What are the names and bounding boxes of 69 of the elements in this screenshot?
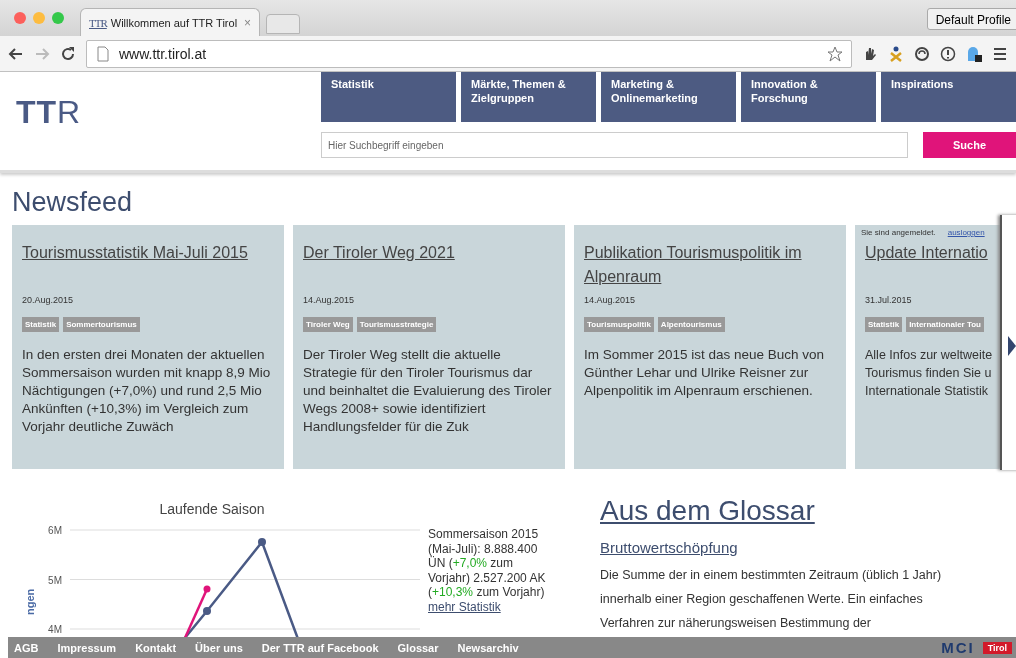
footer-link[interactable]: Newsarchiv <box>457 641 519 654</box>
address-bar[interactable]: www.ttr.tirol.at <box>86 39 852 68</box>
search-field[interactable]: Hier Suchbegriff eingeben <box>321 132 908 158</box>
page-icon <box>95 45 111 62</box>
logo[interactable]: TTR <box>16 94 82 130</box>
footer-link[interactable]: Der TTR auf Facebook <box>261 641 379 654</box>
data-point <box>258 538 266 546</box>
section-heading: Newsfeed <box>12 187 134 219</box>
browser-tab[interactable]: TTR Willkommen auf TTR Tirol × <box>80 8 260 36</box>
glossary-text: Die Summe der in einem bestimmten Zeitraum (üblich 1 Jahr) innerhalb einer Region geschaffenen Werte. Ein einfaches Verfahren zur näherungsweisen Bestimmung der <box>600 567 943 632</box>
figure-icon[interactable] <box>888 45 904 62</box>
footer-link[interactable]: Kontakt <box>135 641 177 654</box>
nav-item[interactable]: Marketing & Onlinemarketing <box>601 72 736 122</box>
tab-close-button[interactable]: × <box>244 15 251 30</box>
sync-icon[interactable] <box>914 45 930 62</box>
axis-title: ngen <box>24 588 36 615</box>
logout-link[interactable]: ausloggen <box>947 228 985 237</box>
news-title[interactable]: Tourismusstatistik Mai-Juli 2015 <box>22 241 248 265</box>
news-excerpt: Der Tiroler Weg stellt die aktuelle Strategie für den Tiroler Tourismus dar und beinhaltet die Evaluierung des Tiroler Wegs 2008+ sowie identifiziert Handlungsfelder für die Zuk <box>303 346 553 436</box>
footer-link[interactable]: Glossar <box>397 641 439 654</box>
data-point <box>203 607 211 615</box>
news-title[interactable]: Der Tiroler Weg 2021 <box>303 241 455 265</box>
nav-item[interactable]: Innovation & Forschung <box>741 72 876 122</box>
favicon: TTR <box>89 16 107 29</box>
star-icon[interactable] <box>827 45 843 62</box>
partner-logo[interactable]: MCI <box>941 639 975 656</box>
nav-item[interactable]: Statistik <box>321 72 456 122</box>
partner-logo[interactable]: Tirol <box>982 641 1012 654</box>
arrow-icon[interactable] <box>1008 336 1016 356</box>
news-date: 14.Aug.2015 <box>303 295 356 305</box>
footer-link[interactable]: Über uns <box>195 641 243 654</box>
news-date: 31.Jul.2015 <box>865 295 913 305</box>
tag[interactable]: Alpentourismus <box>657 317 725 332</box>
search-button[interactable]: Suche <box>923 132 1016 158</box>
tag[interactable]: Sommertourismus <box>63 317 140 332</box>
tag[interactable]: Tourismuspolitik <box>584 317 654 332</box>
chart-title: Laufende Saison <box>159 501 265 517</box>
news-excerpt: In den ersten drei Monaten der aktuellen Sommersaison wurden mit knapp 8,9 Mio Nächtigungen (+7,0%) und rund 2,5 Mio Ankünften (+10,3%) im Vergleich zum Vorjahr deutliche Zuwäch <box>22 346 272 436</box>
news-excerpt: Alle Infos zur weltweite Tourismus finden Sie u Internationale Statistik <box>865 347 994 400</box>
news-date: 14.Aug.2015 <box>584 295 637 305</box>
footer-link[interactable]: AGB <box>14 641 39 654</box>
side-panel[interactable] <box>1000 215 1016 470</box>
footer-link[interactable]: Impressum <box>57 641 117 654</box>
reload-icon[interactable] <box>60 45 76 62</box>
login-status-text: Sie sind angemeldet. <box>861 228 936 237</box>
glossary-term[interactable]: Bruttowertschöpfung <box>600 539 738 556</box>
back-icon[interactable] <box>8 45 24 62</box>
profile-button[interactable]: Default Profile <box>926 8 1016 30</box>
news-title[interactable]: Publikation Tourismuspolitik im Alpenraum <box>584 241 836 289</box>
glossary-heading[interactable]: Aus dem Glossar <box>600 495 815 527</box>
nav-item[interactable]: Inspirations <box>881 72 1016 122</box>
tag[interactable]: Statistik <box>865 317 903 332</box>
season-stats: Sommersaison 2015 (Mai-Juli): 8.888.400 ÜN (+7,0% zum Vorjahr) 2.527.200 AK (+10,3% zum Vorjahr) <box>428 527 547 600</box>
axis-label: 4M <box>48 624 62 635</box>
tag[interactable]: Tourismusstrategie <box>356 317 437 332</box>
ghost-icon[interactable] <box>966 45 982 62</box>
news-date: 20.Aug.2015 <box>22 295 75 305</box>
tag[interactable]: Internationaler Tou <box>906 317 984 332</box>
axis-label: 6M <box>48 525 62 536</box>
data-point <box>203 585 211 593</box>
axis-label: 5M <box>48 574 62 586</box>
nav-item[interactable]: Märkte, Themen & Zielgruppen <box>461 72 596 122</box>
more-stats-link[interactable]: mehr Statistik <box>428 599 501 614</box>
menu-icon[interactable] <box>992 45 1008 62</box>
tag[interactable]: Tiroler Weg <box>303 317 353 332</box>
news-excerpt: Im Sommer 2015 ist das neue Buch von Günther Lehar und Ulrike Reisner zur Alpenpolitik im Alpenraum erschienen. <box>584 346 826 400</box>
news-title[interactable]: Update Internatio <box>865 241 988 265</box>
info-icon[interactable] <box>940 45 956 62</box>
tag[interactable]: Statistik <box>22 317 60 332</box>
